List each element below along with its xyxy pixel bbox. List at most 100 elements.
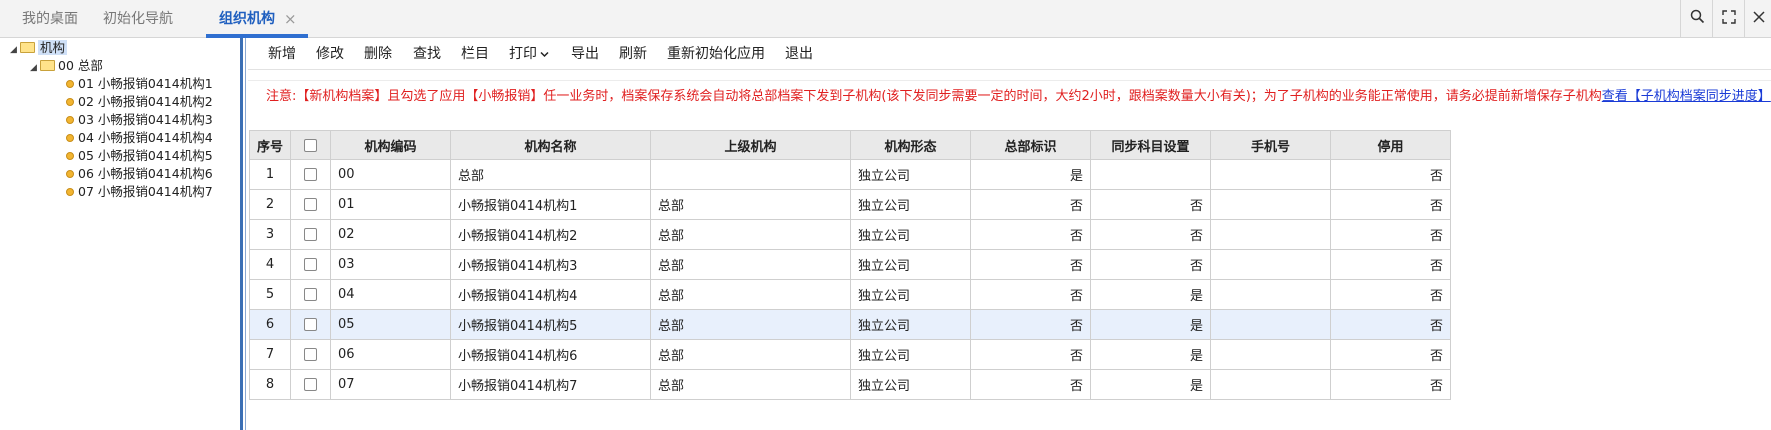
tree-node-label: 05 小畅报销0414机构5 <box>78 148 213 163</box>
cell-parent <box>650 159 852 190</box>
row-checkbox[interactable] <box>304 318 318 331</box>
tree-node-child[interactable]: 01 小畅报销0414机构1 <box>66 75 213 93</box>
tab-close-icon[interactable]: × <box>284 0 297 38</box>
col-header-hq-flag[interactable]: 总部标识 <box>970 130 1092 160</box>
cell-hq-flag: 否 <box>970 279 1092 310</box>
sync-progress-link[interactable]: 查看【子机构档案同步进度】 <box>1602 89 1771 104</box>
col-header-disabled[interactable]: 停用 <box>1330 130 1452 160</box>
cell-form: 独立公司 <box>850 159 972 190</box>
tree-node-hq[interactable]: ◢ 00 总部 <box>30 57 103 75</box>
row-select-cell[interactable] <box>290 339 332 370</box>
reinit-app-button[interactable]: 重新初始化应用 <box>667 38 765 70</box>
search-icon[interactable] <box>1682 0 1712 38</box>
tree-node-child[interactable]: 05 小畅报销0414机构5 <box>66 147 213 165</box>
col-header-sync-subject[interactable]: 同步科目设置 <box>1090 130 1212 160</box>
cell-phone <box>1210 309 1332 340</box>
tree-node-child[interactable]: 07 小畅报销0414机构7 <box>66 183 213 201</box>
cell-sync-subject: 是 <box>1090 309 1212 340</box>
tree-node-label: 07 小畅报销0414机构7 <box>78 184 213 199</box>
table-row[interactable]: 8 07 小畅报销0414机构7 总部 独立公司否是否 <box>248 369 1452 400</box>
row-checkbox[interactable] <box>304 288 318 301</box>
tree-node-label: 机构 <box>38 40 68 55</box>
cell-code: 04 <box>330 279 452 310</box>
tree-node-child[interactable]: 03 小畅报销0414机构3 <box>66 111 213 129</box>
cell-form: 独立公司 <box>850 249 972 280</box>
row-select-cell[interactable] <box>290 219 332 250</box>
cell-hq-flag: 否 <box>970 249 1092 280</box>
cell-form: 独立公司 <box>850 309 972 340</box>
tab-my-desktop[interactable]: 我的桌面 <box>22 0 78 38</box>
cell-form: 独立公司 <box>850 219 972 250</box>
row-select-cell[interactable] <box>290 189 332 220</box>
col-header-name[interactable]: 机构名称 <box>450 130 652 160</box>
row-select-cell[interactable] <box>290 369 332 400</box>
table-row[interactable]: 4 03 小畅报销0414机构3 总部 独立公司否否否 <box>248 249 1452 280</box>
row-checkbox[interactable] <box>304 228 318 241</box>
cell-disabled: 否 <box>1330 339 1452 370</box>
table-row[interactable]: 2 01 小畅报销0414机构1 总部 独立公司否否否 <box>248 189 1452 220</box>
tab-init-navigation[interactable]: 初始化导航 <box>103 0 173 38</box>
tab-organization[interactable]: 组织机构 <box>219 0 275 38</box>
close-icon[interactable] <box>1744 0 1771 38</box>
cell-index: 6 <box>248 309 292 340</box>
delete-button[interactable]: 删除 <box>364 38 392 70</box>
col-header-index[interactable]: 序号 <box>248 130 292 160</box>
table-row[interactable]: 3 02 小畅报销0414机构2 总部 独立公司否否否 <box>248 219 1452 250</box>
cell-disabled: 否 <box>1330 279 1452 310</box>
pane-splitter[interactable] <box>240 38 243 430</box>
edit-button[interactable]: 修改 <box>316 38 344 70</box>
cell-parent: 总部 <box>650 249 852 280</box>
tree-node-child[interactable]: 02 小畅报销0414机构2 <box>66 93 213 111</box>
col-header-code[interactable]: 机构编码 <box>330 130 452 160</box>
find-button[interactable]: 查找 <box>413 38 441 70</box>
columns-button[interactable]: 栏目 <box>461 38 489 70</box>
tree-node-label: 03 小畅报销0414机构3 <box>78 112 213 127</box>
col-header-form[interactable]: 机构形态 <box>850 130 972 160</box>
table-row[interactable]: 5 04 小畅报销0414机构4 总部 独立公司否是否 <box>248 279 1452 310</box>
leaf-node-icon <box>66 98 74 106</box>
tab-bar: 我的桌面 初始化导航 组织机构 × <box>0 0 1771 38</box>
cell-parent: 总部 <box>650 279 852 310</box>
cell-disabled: 否 <box>1330 249 1452 280</box>
leaf-node-icon <box>66 188 74 196</box>
cell-phone <box>1210 369 1332 400</box>
refresh-button[interactable]: 刷新 <box>619 38 647 70</box>
row-checkbox[interactable] <box>304 198 318 211</box>
select-all-checkbox[interactable] <box>290 130 332 160</box>
tree-node-root[interactable]: ◢ 机构 <box>10 39 68 59</box>
row-select-cell[interactable] <box>290 249 332 280</box>
cell-name: 小畅报销0414机构7 <box>450 369 652 400</box>
row-select-cell[interactable] <box>290 159 332 190</box>
cell-form: 独立公司 <box>850 339 972 370</box>
row-select-cell[interactable] <box>290 309 332 340</box>
cell-index: 5 <box>248 279 292 310</box>
col-header-phone[interactable]: 手机号 <box>1210 130 1332 160</box>
cell-code: 02 <box>330 219 452 250</box>
checkbox-icon[interactable] <box>304 138 318 152</box>
tree-node-child[interactable]: 06 小畅报销0414机构6 <box>66 165 213 183</box>
notice-text: 注意:【新机构档案】且勾选了应用【小畅报销】任一业务时，档案保存系统会自动将总部… <box>266 89 1602 104</box>
table-row[interactable]: 1 00 总部 独立公司是 否 <box>248 159 1452 190</box>
cell-parent: 总部 <box>650 189 852 220</box>
exit-button[interactable]: 退出 <box>785 38 813 70</box>
row-checkbox[interactable] <box>304 258 318 271</box>
row-checkbox[interactable] <box>304 348 318 361</box>
col-header-parent[interactable]: 上级机构 <box>650 130 852 160</box>
cell-disabled: 否 <box>1330 189 1452 220</box>
row-checkbox[interactable] <box>304 378 318 391</box>
expanded-triangle-icon[interactable]: ◢ <box>10 41 20 59</box>
table-row[interactable]: 6 05 小畅报销0414机构5 总部 独立公司否是否 <box>248 309 1452 340</box>
table-row[interactable]: 7 06 小畅报销0414机构6 总部 独立公司否是否 <box>248 339 1452 370</box>
row-checkbox[interactable] <box>304 168 318 181</box>
tree-node-child[interactable]: 04 小畅报销0414机构4 <box>66 129 213 147</box>
cell-hq-flag: 否 <box>970 339 1092 370</box>
leaf-node-icon <box>66 152 74 160</box>
print-button[interactable]: 打印 <box>509 38 549 70</box>
expanded-triangle-icon[interactable]: ◢ <box>30 59 40 77</box>
row-select-cell[interactable] <box>290 279 332 310</box>
export-button[interactable]: 导出 <box>571 38 599 70</box>
fullscreen-icon[interactable] <box>1714 0 1744 38</box>
add-button[interactable]: 新增 <box>268 38 296 70</box>
table-header-row: 序号 机构编码 机构名称 上级机构 机构形态 总部标识 同步科目设置 手机号 停… <box>248 130 1452 160</box>
leaf-node-icon <box>66 170 74 178</box>
